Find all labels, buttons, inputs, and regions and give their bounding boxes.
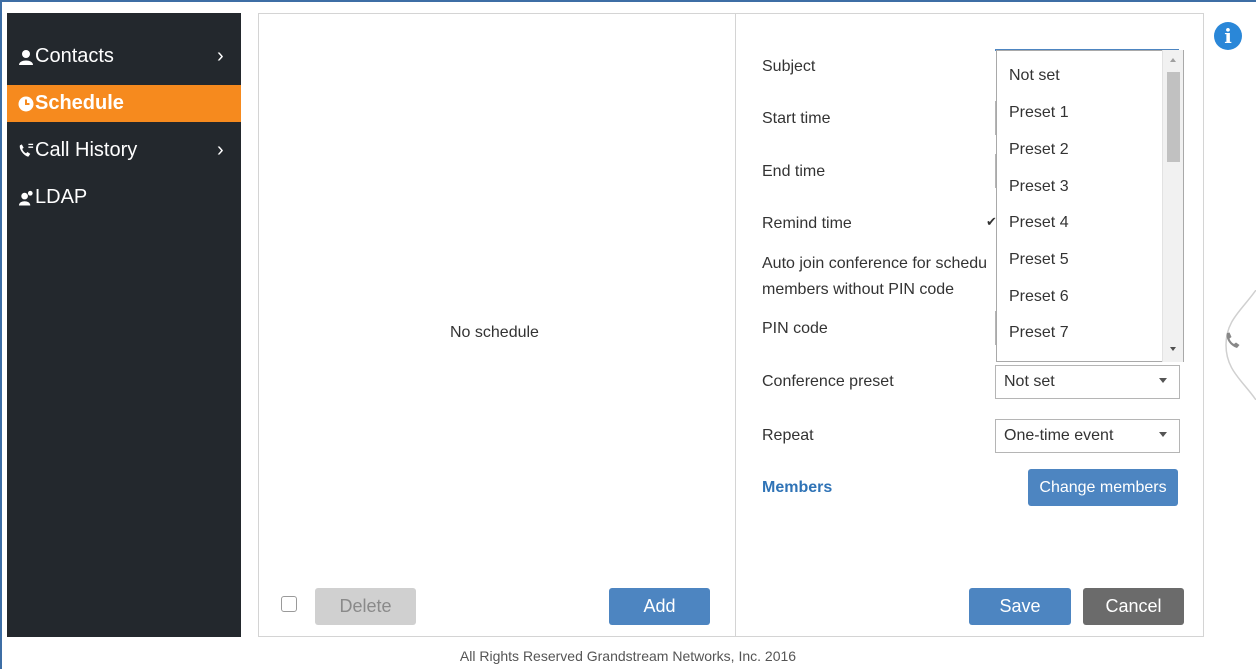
empty-schedule-message: No schedule <box>450 324 539 341</box>
ldap-user-icon <box>7 190 35 206</box>
end-time-label: End time <box>762 163 826 180</box>
sidebar-item-label: Schedule <box>35 92 124 114</box>
caret-down-icon <box>1159 432 1167 437</box>
dropdown-scrollbar[interactable] <box>1162 50 1183 362</box>
call-panel-tab[interactable] <box>1212 290 1256 400</box>
copyright-footer: All Rights Reserved Grandstream Networks… <box>459 648 797 664</box>
scrollbar-thumb[interactable] <box>1167 72 1180 162</box>
clock-icon <box>7 96 35 112</box>
conference-preset-select[interactable]: Not set <box>995 365 1180 399</box>
subject-label: Subject <box>762 58 816 75</box>
chevron-right-icon: › <box>217 139 224 161</box>
members-link[interactable]: Members <box>762 479 832 497</box>
sidebar-item-label: LDAP <box>35 186 88 208</box>
info-icon[interactable]: i <box>1214 22 1242 50</box>
repeat-value: One-time event <box>1004 427 1114 444</box>
add-button[interactable]: Add <box>609 588 710 625</box>
change-members-button[interactable]: Change members <box>1028 469 1178 506</box>
conference-preset-value: Not set <box>1004 373 1055 390</box>
scroll-down-icon[interactable] <box>1170 347 1176 351</box>
caret-down-icon <box>1159 378 1167 383</box>
pin-code-label: PIN code <box>762 320 828 337</box>
repeat-select[interactable]: One-time event <box>995 419 1180 453</box>
dropdown-option[interactable]: Preset 5 <box>1009 251 1069 269</box>
sidebar-item-label: Call History <box>35 139 138 161</box>
window-left-border <box>0 0 2 669</box>
auto-join-label: Auto join conference for schedu <box>762 255 988 272</box>
dropdown-option[interactable]: Preset 6 <box>1009 288 1069 306</box>
sidebar: Contacts › Schedule Call History › LDAP <box>7 13 241 637</box>
scroll-up-icon[interactable] <box>1170 58 1176 62</box>
dropdown-option[interactable]: Not set <box>1009 67 1060 85</box>
sidebar-item-label: Contacts <box>35 45 114 67</box>
sidebar-item-ldap[interactable]: LDAP <box>7 179 241 216</box>
dropdown-option[interactable]: Preset 1 <box>1009 104 1069 122</box>
dropdown-option[interactable]: Preset 7 <box>1009 324 1069 342</box>
select-all-checkbox[interactable] <box>281 596 297 612</box>
start-time-label: Start time <box>762 110 831 127</box>
cancel-button[interactable]: Cancel <box>1083 588 1184 625</box>
save-button[interactable]: Save <box>969 588 1071 625</box>
conference-preset-label: Conference preset <box>762 373 894 390</box>
auto-join-label-continued: members without PIN code <box>762 281 955 298</box>
remind-time-label: Remind time <box>762 215 852 232</box>
delete-button[interactable]: Delete <box>315 588 416 625</box>
pane-divider <box>735 13 736 637</box>
phone-history-icon <box>7 143 35 159</box>
sidebar-item-schedule[interactable]: Schedule <box>7 85 241 122</box>
dropdown-option[interactable]: Preset 3 <box>1009 178 1069 196</box>
preset-dropdown-list[interactable]: Not set Preset 1 Preset 2 Preset 3 Prese… <box>996 50 1184 362</box>
chevron-right-icon: › <box>217 45 224 67</box>
dropdown-option[interactable]: Preset 4 <box>1009 214 1069 232</box>
window-top-border <box>0 0 1256 2</box>
repeat-label: Repeat <box>762 427 814 444</box>
dropdown-option[interactable]: Preset 2 <box>1009 141 1069 159</box>
person-icon <box>7 49 35 65</box>
sidebar-item-call-history[interactable]: Call History › <box>7 132 241 169</box>
sidebar-item-contacts[interactable]: Contacts › <box>7 38 241 75</box>
